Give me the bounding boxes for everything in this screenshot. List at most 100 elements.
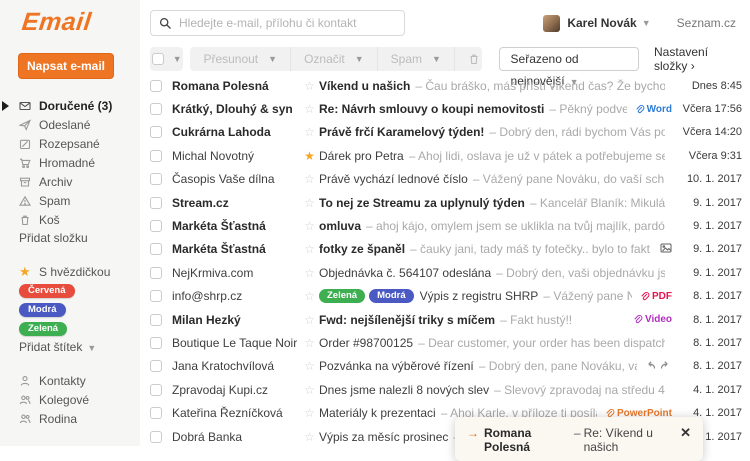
avatar[interactable] [543,15,560,32]
add-label-link[interactable]: Přidat štítek ▼ [0,338,140,357]
row-checkbox[interactable] [150,150,162,162]
row-checkbox[interactable] [150,220,162,232]
star-toggle[interactable]: ☆ [300,336,319,350]
email-subject: To nej ze Streamu za uplynulý týden [319,196,525,210]
search-input[interactable] [179,16,396,30]
star-toggle[interactable]: ☆ [300,125,319,139]
row-checkbox[interactable] [150,173,162,185]
email-date: 8. 1. 2017 [678,314,742,326]
label-pill-red[interactable]: Červená [19,284,75,298]
sidebar-item-family[interactable]: Rodina [0,409,140,428]
email-row[interactable]: info@shrp.cz ☆ ZelenáModrá Výpis z regis… [140,285,750,308]
close-icon[interactable]: ✕ [680,426,691,440]
chevron-down-icon: ▼ [87,343,96,353]
email-row[interactable]: Cukrárna Lahoda ☆ Právě frčí Karamelový … [140,121,750,144]
search-box[interactable] [150,10,405,36]
label-pill[interactable]: Modrá [369,289,414,303]
email-row[interactable]: Michal Novotný ★ Dárek pro Petra – Ahoj … [140,144,750,167]
star-toggle[interactable]: ☆ [300,172,319,186]
row-checkbox[interactable] [150,337,162,349]
sidebar-item-label: Spam [39,194,70,208]
user-menu[interactable]: Karel Novák [567,16,636,30]
sidebar-item-trash[interactable]: Koš [0,210,140,229]
sidebar-item-label: Rozepsané [39,137,100,151]
star-toggle[interactable]: ☆ [300,430,319,444]
star-toggle[interactable]: ☆ [300,406,319,420]
label-pill-blue[interactable]: Modrá [19,303,66,317]
sidebar-item-spam[interactable]: Spam [0,191,140,210]
row-checkbox[interactable] [150,384,162,396]
chevron-down-icon[interactable]: ▼ [642,18,651,28]
star-toggle[interactable]: ☆ [300,219,319,233]
email-sender: Cukrárna Lahoda [172,125,300,139]
portal-link[interactable]: Seznam.cz [677,16,736,30]
row-checkbox[interactable] [150,80,162,92]
sidebar-item-archive[interactable]: Archiv [0,172,140,191]
email-row[interactable]: Časopis Vaše dílna ☆ Právě vychází ledno… [140,168,750,191]
email-row[interactable]: Jana Kratochvílová ☆ Pozvánka na výběrov… [140,355,750,378]
delete-button[interactable]: Smazat [455,47,482,71]
email-row[interactable]: Markéta Šťastná ☆ omluva – ahoj kájo, om… [140,214,750,237]
email-subject: Dnes jsme nalezli 8 nových slev [319,383,489,397]
star-toggle[interactable]: ☆ [300,289,319,303]
email-date: 8. 1. 2017 [678,360,742,372]
sidebar-item-starred[interactable]: ★ S hvězdičkou [0,262,140,281]
row-checkbox[interactable] [150,103,162,115]
row-checkbox[interactable] [150,431,162,443]
email-row[interactable]: Krátký, Dlouhý & syn ☆ Re: Návrh smlouvy… [140,97,750,120]
star-toggle[interactable]: ☆ [300,196,319,210]
email-date: 8. 1. 2017 [678,290,742,302]
row-checkbox[interactable] [150,126,162,138]
email-snippet: – Čau bráško, máš příští víkend čas? Že … [415,79,665,93]
email-row[interactable]: Romana Polesná ☆ Víkend u našich – Čau b… [140,74,750,97]
row-checkbox[interactable] [150,290,162,302]
star-toggle[interactable]: ☆ [300,383,319,397]
forward-icon [660,359,672,374]
add-folder-link[interactable]: Přidat složku [0,229,140,248]
label-pills: Zelená Modrá [319,289,414,303]
star-toggle[interactable]: ☆ [300,102,319,116]
email-row[interactable]: Markéta Šťastná ☆ fotky ze španěl – čauk… [140,238,750,261]
mark-button[interactable]: Označit▼ [291,47,378,71]
toolbar: ▼ Přesunout▼ Označit▼ Spam▼ Smazat Seřaz… [140,42,750,72]
star-toggle[interactable]: ☆ [300,242,319,256]
row-checkbox[interactable] [150,243,162,255]
folder-settings-link[interactable]: Nastavení složky › [654,45,736,73]
move-button[interactable]: Přesunout▼ [190,47,291,71]
compose-button[interactable]: Napsat e-mail [18,53,114,79]
row-checkbox[interactable] [150,360,162,372]
email-snippet: – Dobrý den, vaši objednávku jsme právě … [496,266,665,280]
email-row[interactable]: Stream.cz ☆ To nej ze Streamu za uplynul… [140,191,750,214]
select-all-checkbox[interactable] [152,53,164,65]
email-row[interactable]: Zpravodaj Kupi.cz ☆ Dnes jsme nalezli 8 … [140,378,750,401]
row-checkbox[interactable] [150,267,162,279]
star-toggle[interactable]: ★ [300,149,319,163]
email-snippet: – Vážený pane Nováku, do vaší schránky p… [473,172,665,186]
sidebar-item-colleagues[interactable]: Kolegové [0,390,140,409]
sidebar-item-drafts[interactable]: Rozepsané [0,134,140,153]
row-checkbox[interactable] [150,197,162,209]
email-subject: Materiály k prezentaci [319,406,436,420]
sidebar-item-bulk[interactable]: Hromadné [0,153,140,172]
row-checkbox[interactable] [150,407,162,419]
star-toggle[interactable]: ☆ [300,359,319,373]
sidebar-item-sent[interactable]: Odeslané [0,115,140,134]
label-pill[interactable]: Zelená [319,289,365,303]
email-content: Právě frčí Karamelový týden! – Dobrý den… [319,125,665,139]
sort-button[interactable]: Seřazeno od nejnovější▼ [499,47,639,71]
label-pill-green[interactable]: Zelená [19,322,67,336]
select-all-control[interactable]: ▼ [150,47,183,71]
email-row[interactable]: Boutique Le Taque Noir ☆ Order #98700125… [140,331,750,354]
row-checkbox[interactable] [150,314,162,326]
sidebar-item-contacts[interactable]: Kontakty [0,371,140,390]
star-toggle[interactable]: ☆ [300,79,319,93]
star-toggle[interactable]: ☆ [300,266,319,280]
cart-icon [19,156,32,169]
sidebar-item-inbox[interactable]: Doručené (3) [0,96,140,115]
add-label-text: Přidat štítek [19,340,82,354]
email-row[interactable]: NejKrmiva.com ☆ Objednávka č. 564107 ode… [140,261,750,284]
star-toggle[interactable]: ☆ [300,313,319,327]
spam-button[interactable]: Spam▼ [378,47,455,71]
chevron-down-icon: ▼ [173,54,182,64]
email-row[interactable]: Milan Hezký ☆ Fwd: nejšílenější triky s … [140,308,750,331]
